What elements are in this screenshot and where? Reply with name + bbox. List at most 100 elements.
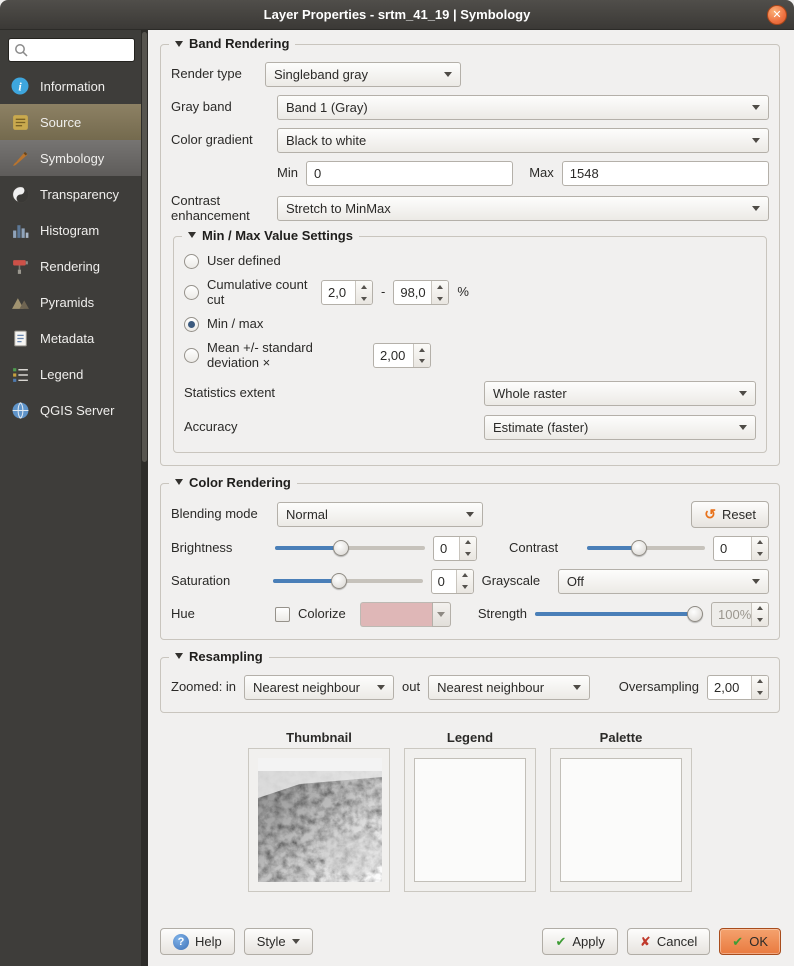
brightness-slider[interactable] xyxy=(275,539,425,557)
spin-up-icon[interactable] xyxy=(457,570,473,582)
legend-label: Legend xyxy=(447,730,493,745)
collapse-icon[interactable] xyxy=(175,479,183,485)
min-input[interactable]: 0 xyxy=(306,161,513,186)
statistics-extent-select[interactable]: Whole raster xyxy=(484,381,756,406)
spin-down-icon[interactable] xyxy=(752,548,768,560)
sidebar-item-label: Pyramids xyxy=(40,295,94,310)
sidebar-item-metadata[interactable]: Metadata xyxy=(0,320,148,356)
gray-band-select[interactable]: Band 1 (Gray) xyxy=(277,95,769,120)
min-max-label: Min / max xyxy=(207,317,263,332)
sidebar-search-input[interactable] xyxy=(32,43,129,57)
strength-spinbox[interactable]: 100% xyxy=(711,602,769,627)
mean-std-radio[interactable] xyxy=(184,348,199,363)
contrast-enhancement-label: Contrast enhancement xyxy=(171,194,269,224)
spin-down-icon[interactable] xyxy=(460,548,476,560)
sidebar-item-legend[interactable]: Legend xyxy=(0,356,148,392)
saturation-slider[interactable] xyxy=(273,572,423,590)
collapse-icon[interactable] xyxy=(175,41,183,47)
sidebar-item-histogram[interactable]: Histogram xyxy=(0,212,148,248)
collapse-icon[interactable] xyxy=(175,653,183,659)
slider-thumb[interactable] xyxy=(331,573,347,589)
sidebar-scrollbar-thumb[interactable] xyxy=(142,32,147,462)
contrast-enhancement-select[interactable]: Stretch to MinMax xyxy=(277,196,769,221)
spin-up-icon[interactable] xyxy=(356,281,372,293)
sidebar-item-transparency[interactable]: Transparency xyxy=(0,176,148,212)
spin-up-icon[interactable] xyxy=(414,344,430,356)
collapse-icon[interactable] xyxy=(188,232,196,238)
spin-up-icon[interactable] xyxy=(460,537,476,549)
sidebar-item-source[interactable]: Source xyxy=(0,104,148,140)
grayscale-select[interactable]: Off xyxy=(558,569,769,594)
help-button[interactable]: ? Help xyxy=(160,928,235,955)
oversampling-label: Oversampling xyxy=(619,680,699,695)
thumbnail-cell: Thumbnail xyxy=(248,730,390,892)
sidebar-search xyxy=(8,38,135,62)
sidebar-item-qgis-server[interactable]: QGIS Server xyxy=(0,392,148,428)
oversampling-spinbox[interactable]: 2,00 xyxy=(707,675,769,700)
band-rendering-group: Band Rendering Render type Singleband gr… xyxy=(160,44,780,466)
slider-thumb[interactable] xyxy=(333,540,349,556)
thumbnail-image xyxy=(258,758,382,882)
cumulative-count-cut-radio[interactable] xyxy=(184,285,199,300)
zoomed-out-select[interactable]: Nearest neighbour xyxy=(428,675,590,700)
blending-mode-select[interactable]: Normal xyxy=(277,502,483,527)
saturation-spinbox[interactable]: 0 xyxy=(431,569,474,594)
strength-slider[interactable] xyxy=(535,605,703,623)
slider-thumb[interactable] xyxy=(687,606,703,622)
blending-mode-label: Blending mode xyxy=(171,507,269,522)
strength-label: Strength xyxy=(478,607,527,622)
style-menu-button[interactable]: Style xyxy=(244,928,313,955)
contrast-spinbox[interactable]: 0 xyxy=(713,536,769,561)
chevron-down-icon xyxy=(739,391,747,396)
zoomed-in-select[interactable]: Nearest neighbour xyxy=(244,675,394,700)
colorize-checkbox[interactable] xyxy=(275,607,290,622)
cumulative-count-cut-label: Cumulative count cut xyxy=(207,278,313,308)
sidebar-item-pyramids[interactable]: Pyramids xyxy=(0,284,148,320)
cumulative-low-spinbox[interactable]: 2,0 xyxy=(321,280,373,305)
slider-thumb[interactable] xyxy=(631,540,647,556)
spin-down-icon[interactable] xyxy=(414,356,430,368)
min-max-radio[interactable] xyxy=(184,317,199,332)
colorize-color-picker[interactable] xyxy=(360,602,451,627)
render-type-select[interactable]: Singleband gray xyxy=(265,62,461,87)
spin-up-icon[interactable] xyxy=(432,281,448,293)
spin-up-icon[interactable] xyxy=(752,676,768,688)
color-dropdown-button[interactable] xyxy=(432,602,451,627)
accuracy-select[interactable]: Estimate (faster) xyxy=(484,415,756,440)
resampling-group: Resampling Zoomed: in Nearest neighbour … xyxy=(160,657,780,713)
sidebar-item-symbology[interactable]: Symbology xyxy=(0,140,148,176)
palette-frame xyxy=(550,748,692,892)
brightness-spinbox[interactable]: 0 xyxy=(433,536,477,561)
palette-empty-box xyxy=(560,758,682,882)
colorize-label: Colorize xyxy=(298,607,346,622)
ok-button[interactable]: ✔ OK xyxy=(719,928,781,955)
spin-down-icon[interactable] xyxy=(457,581,473,593)
spin-down-icon[interactable] xyxy=(752,687,768,699)
color-gradient-label: Color gradient xyxy=(171,133,269,148)
reset-button[interactable]: ↺ Reset xyxy=(691,501,769,528)
sidebar-item-label: QGIS Server xyxy=(40,403,114,418)
chevron-down-icon xyxy=(377,685,385,690)
spin-down-icon[interactable] xyxy=(356,293,372,305)
color-gradient-select[interactable]: Black to white xyxy=(277,128,769,153)
mean-std-spinbox[interactable]: 2,00 xyxy=(373,343,431,368)
sidebar-item-rendering[interactable]: Rendering xyxy=(0,248,148,284)
range-separator: - xyxy=(381,285,385,300)
spin-up-icon[interactable] xyxy=(752,537,768,549)
apply-button[interactable]: ✔ Apply xyxy=(542,928,617,955)
minmax-settings-group: Min / Max Value Settings User defined Cu… xyxy=(173,236,767,453)
user-defined-radio[interactable] xyxy=(184,254,199,269)
cumulative-high-spinbox[interactable]: 98,0 xyxy=(393,280,449,305)
min-label: Min xyxy=(277,166,298,181)
spin-down-icon[interactable] xyxy=(752,614,768,626)
color-swatch[interactable] xyxy=(360,602,432,627)
close-button[interactable]: ✕ xyxy=(767,5,787,25)
spin-up-icon[interactable] xyxy=(752,603,768,615)
cancel-button[interactable]: ✘ Cancel xyxy=(627,928,710,955)
contrast-slider[interactable] xyxy=(587,539,705,557)
transparency-icon xyxy=(9,183,31,205)
spin-down-icon[interactable] xyxy=(432,293,448,305)
sidebar-item-information[interactable]: i Information xyxy=(0,68,148,104)
sidebar-scrollbar[interactable] xyxy=(141,30,148,966)
max-input[interactable]: 1548 xyxy=(562,161,769,186)
